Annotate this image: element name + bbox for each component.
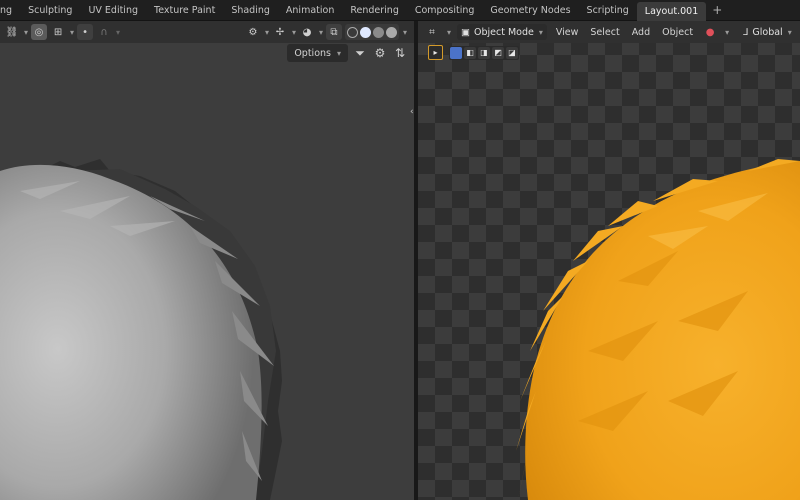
menu-select[interactable]: Select xyxy=(587,27,622,38)
left-viewport-header: ⛓ ▾ ◎ ⊞ ▾ • ∩ ▾ ⚙ ▾ ✢ ▾ ◕ ▾ ⧉ ▾ xyxy=(0,21,414,43)
select-tool-icon[interactable]: ▸ xyxy=(428,45,443,60)
wireframe-shading-icon[interactable] xyxy=(346,26,358,38)
gizmo-icon[interactable]: ✢ xyxy=(272,24,288,40)
orientation-icon: ⅃ xyxy=(743,26,749,38)
selection-mode-group: ◧ ◨ ◩ ◪ xyxy=(449,45,519,60)
chevron-down-icon[interactable]: ▾ xyxy=(116,28,120,37)
options-dropdown[interactable]: Options ▾ xyxy=(287,44,348,62)
add-workspace-button[interactable]: + xyxy=(706,3,728,17)
chevron-down-icon[interactable]: ▾ xyxy=(24,28,28,37)
rendered-shading-icon[interactable] xyxy=(385,26,397,38)
material-shading-icon[interactable] xyxy=(372,26,384,38)
select-intersect-icon[interactable]: ◪ xyxy=(506,46,518,59)
object-mode-label: Object Mode xyxy=(474,26,534,38)
right-viewport-tool-row: ▸ ◧ ◨ ◩ ◪ xyxy=(428,45,519,60)
solid-shading-icon[interactable] xyxy=(359,26,371,38)
tab-geometry-nodes[interactable]: Geometry Nodes xyxy=(482,1,578,20)
select-subtract-icon[interactable]: ◨ xyxy=(478,46,490,59)
orange-fur-body xyxy=(525,161,800,500)
proportional-edit-icon[interactable]: • xyxy=(77,24,94,40)
select-invert-icon[interactable]: ◩ xyxy=(492,46,504,59)
tab-layout-001[interactable]: Layout.001 xyxy=(636,1,707,21)
left-viewport-toolbar-row: Options ▾ ⏷ ⚙ ⇅ xyxy=(287,44,408,62)
menu-view[interactable]: View xyxy=(553,27,582,38)
overlays-icon[interactable]: ◕ xyxy=(299,24,315,40)
options-label: Options xyxy=(294,47,331,59)
falloff-icon[interactable]: ∩ xyxy=(96,24,112,40)
right-viewport-header: ⌗ ▾ ▣ Object Mode ▾ View Select Add Obje… xyxy=(418,21,800,43)
object-mode-dropdown[interactable]: ▣ Object Mode ▾ xyxy=(457,24,547,40)
chevron-down-icon[interactable]: ▾ xyxy=(70,28,74,37)
tab-sculpting[interactable]: Sculpting xyxy=(20,1,80,20)
visibility-icon[interactable]: ⚙ xyxy=(245,24,261,40)
editor-type-icon[interactable]: ⌗ xyxy=(424,24,440,40)
tab-scripting[interactable]: Scripting xyxy=(579,1,637,20)
gear-icon[interactable]: ⚙ xyxy=(372,45,388,61)
orange-fur-render xyxy=(516,159,800,500)
tab-uv-editing[interactable]: UV Editing xyxy=(80,1,146,20)
menu-add[interactable]: Add xyxy=(629,27,653,38)
snap-target-icon[interactable]: ⊞ xyxy=(50,24,66,40)
menu-object[interactable]: Object xyxy=(659,27,696,38)
chevron-down-icon[interactable]: ▾ xyxy=(403,28,407,37)
select-new-icon[interactable] xyxy=(450,46,462,59)
tab-animation[interactable]: Animation xyxy=(278,1,342,20)
xray-icon[interactable]: ⧉ xyxy=(325,24,342,40)
left-viewport[interactable]: ⛓ ▾ ◎ ⊞ ▾ • ∩ ▾ ⚙ ▾ ✢ ▾ ◕ ▾ ⧉ ▾ Options … xyxy=(0,21,414,500)
chevron-down-icon: ▾ xyxy=(787,27,792,37)
shading-mode-group xyxy=(344,24,399,40)
tab-compositing[interactable]: Compositing xyxy=(407,1,483,20)
record-icon[interactable]: ● xyxy=(702,24,718,40)
link-icon[interactable]: ⛓ xyxy=(4,24,20,40)
sort-icon[interactable]: ⇅ xyxy=(392,45,408,61)
chevron-down-icon[interactable]: ▾ xyxy=(319,28,323,37)
transform-orientation-dropdown[interactable]: ⅃ Global ▾ xyxy=(743,27,792,38)
gray-fur-render xyxy=(0,159,282,500)
tab-shading[interactable]: Shading xyxy=(223,1,278,20)
tab-rendering[interactable]: Rendering xyxy=(342,1,407,20)
chevron-down-icon[interactable]: ▾ xyxy=(725,28,729,37)
chevron-down-icon[interactable]: ▾ xyxy=(447,28,451,37)
workspace-tab-bar: ng Sculpting UV Editing Texture Paint Sh… xyxy=(0,0,800,21)
chevron-down-icon: ▾ xyxy=(538,27,543,37)
chevron-down-icon[interactable]: ▾ xyxy=(265,28,269,37)
select-extend-icon[interactable]: ◧ xyxy=(464,46,476,59)
tab-partial[interactable]: ng xyxy=(0,1,20,20)
gray-fur-body xyxy=(0,164,262,500)
snap-icon[interactable]: ◎ xyxy=(31,24,48,40)
tab-texture-paint[interactable]: Texture Paint xyxy=(146,1,223,20)
orientation-label: Global xyxy=(752,26,783,38)
filter-icon[interactable]: ⏷ xyxy=(352,45,368,61)
chevron-down-icon[interactable]: ▾ xyxy=(292,28,296,37)
chevron-down-icon: ▾ xyxy=(336,48,341,58)
right-viewport[interactable]: ⌗ ▾ ▣ Object Mode ▾ View Select Add Obje… xyxy=(418,21,800,500)
object-mode-icon: ▣ xyxy=(461,26,470,38)
